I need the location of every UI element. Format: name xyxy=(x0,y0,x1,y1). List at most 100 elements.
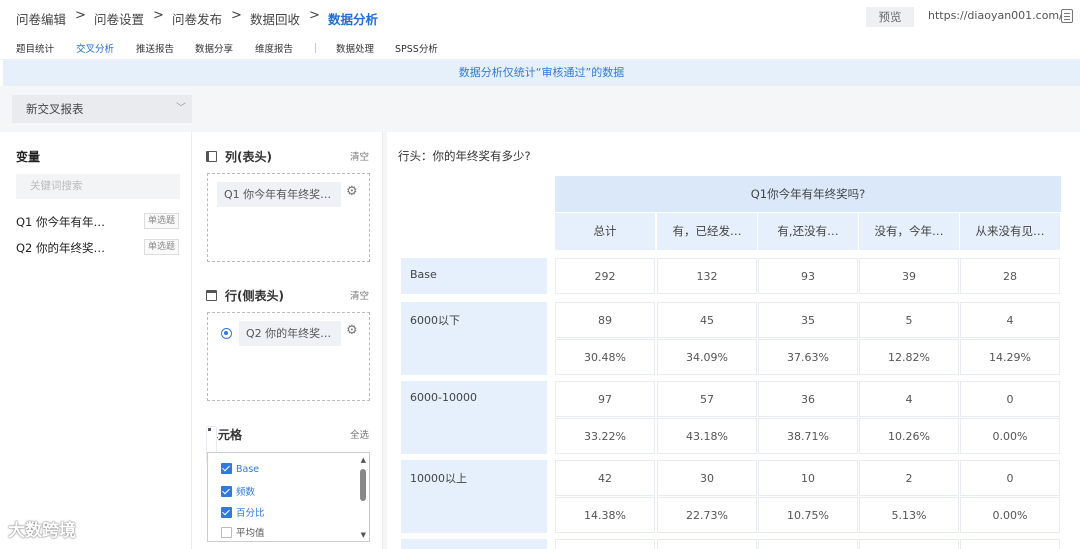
column-header: 没有，今年… xyxy=(859,213,959,250)
row-label xyxy=(401,539,547,549)
row-label: 6000以下 xyxy=(401,302,547,375)
cell-option-count[interactable]: 频数 xyxy=(221,484,255,498)
table-cell-count: 42 xyxy=(555,460,655,496)
tab-question-stats[interactable]: 题目统计 xyxy=(16,41,54,55)
row-label: 6000-10000 xyxy=(401,381,547,454)
survey-url: https://diaoyan001.com/s/l xyxy=(928,9,1062,22)
variable-item-q1[interactable]: Q1 你今年有年… xyxy=(16,214,105,230)
breadcrumb-item-settings[interactable]: 问卷设置 xyxy=(94,9,144,28)
table-cell-percent: 30.48% xyxy=(555,339,655,375)
copy-icon[interactable] xyxy=(1061,9,1073,23)
table-cell-count: 97 xyxy=(555,381,655,417)
table-cell-percent: 14.29% xyxy=(960,339,1060,375)
table-cell-count: 39 xyxy=(859,258,959,294)
breadcrumb-item-collect[interactable]: 数据回收 xyxy=(250,9,300,28)
chevron-down-icon: ﹀ xyxy=(176,103,186,114)
chevron-right-icon: > xyxy=(75,8,86,23)
table-cell-count: 89 xyxy=(555,302,655,338)
columns-section-title: 列(表头) xyxy=(206,148,272,165)
column-header: 从来没有见… xyxy=(960,213,1060,250)
rows-dropzone[interactable]: Q2 你的年终奖… ⚙ xyxy=(207,312,370,401)
table-cell-percent: 0.00% xyxy=(960,497,1060,533)
cell-option-percent[interactable]: 百分比 xyxy=(221,505,265,519)
column-layout-icon xyxy=(206,151,217,162)
table-cell-count: 0 xyxy=(960,381,1060,417)
cells-options-list: Base 频数 百分比 平均值 ▲ ▼ xyxy=(207,452,370,542)
crosstab-area: 行头：你的年终奖有多少? Q1你今年有年终奖吗? 总计 有，已经发… 有,还没有… 没… xyxy=(387,132,1080,549)
variable-item-q2[interactable]: Q2 你的年终奖… xyxy=(16,240,105,256)
variable-search-input[interactable]: 关键词搜索 xyxy=(16,174,180,199)
config-panel: 列(表头) 清空 Q1 你今年有年终奖… ⚙ 行(侧表头) 清空 Q2 你的年终… xyxy=(193,132,383,549)
scrollbar-thumb[interactable] xyxy=(360,469,366,501)
notice-banner: 数据分析仅统计“审核通过”的数据 xyxy=(3,60,1080,86)
table-cell-count: 57 xyxy=(657,381,757,417)
table-cell-count: 35 xyxy=(758,302,858,338)
variables-title: 变量 xyxy=(16,150,41,164)
preview-button[interactable]: 预览 xyxy=(866,7,914,27)
row-header-label: 行头：你的年终奖有多少? xyxy=(398,149,531,163)
cells-section-title: 单元格 xyxy=(206,426,242,462)
scroll-up-icon[interactable]: ▲ xyxy=(361,456,366,464)
column-header: 总计 xyxy=(555,213,655,250)
chevron-right-icon: > xyxy=(153,8,164,23)
column-header: 有，已经发… xyxy=(657,213,757,250)
chevron-right-icon: > xyxy=(231,8,242,23)
tab-cross-analysis[interactable]: 交叉分析 xyxy=(76,41,114,55)
cells-select-all-button[interactable]: 全选 xyxy=(350,427,369,441)
row-label: 10000以上 xyxy=(401,460,547,533)
variables-panel: 变量 关键词搜索 Q1 你今年有年… 单选题 Q2 你的年终奖… 单选题 xyxy=(0,132,192,549)
tab-push-report[interactable]: 推送报告 xyxy=(136,41,174,55)
watermark-logo: 大数跨境 xyxy=(8,521,76,541)
breadcrumb-item-publish[interactable]: 问卷发布 xyxy=(172,9,222,28)
report-select[interactable]: 新交叉报表 ﹀ xyxy=(12,95,192,123)
column-variable-pill[interactable]: Q1 你今年有年终奖… xyxy=(217,182,341,207)
tab-data-share[interactable]: 数据分享 xyxy=(195,41,233,55)
table-cell-count: 0 xyxy=(960,460,1060,496)
breadcrumb-item-analysis[interactable]: 数据分析 xyxy=(328,9,378,28)
tab-dimension-report[interactable]: 维度报告 xyxy=(255,41,293,55)
gear-icon[interactable]: ⚙ xyxy=(346,184,358,199)
cell-option-base[interactable]: Base xyxy=(221,463,259,475)
table-cell-count: 36 xyxy=(758,381,858,417)
table-cell-percent: 12.82% xyxy=(859,339,959,375)
cell-option-mean[interactable]: 平均值 xyxy=(221,525,265,539)
rows-section-title: 行(侧表头) xyxy=(206,287,284,304)
report-select-value: 新交叉报表 xyxy=(26,102,84,116)
top-bar: 问卷编辑 > 问卷设置 > 问卷发布 > 数据回收 > 数据分析 预览 http… xyxy=(0,0,1080,34)
checkbox-checked-icon xyxy=(221,486,232,497)
table-cell-count: 45 xyxy=(657,302,757,338)
table-cell-count xyxy=(960,539,1060,549)
report-toolbar: 新交叉报表 ﹀ xyxy=(0,86,1080,132)
variable-type-badge: 单选题 xyxy=(144,239,179,255)
columns-clear-button[interactable]: 清空 xyxy=(350,149,369,163)
table-cell-percent: 14.38% xyxy=(555,497,655,533)
checkbox-checked-icon xyxy=(221,507,232,518)
table-cell-percent: 43.18% xyxy=(657,418,757,454)
breadcrumb-item-edit[interactable]: 问卷编辑 xyxy=(16,9,66,28)
table-cell-count: 10 xyxy=(758,460,858,496)
scroll-down-icon[interactable]: ▼ xyxy=(361,531,366,539)
tab-data-processing[interactable]: 数据处理 xyxy=(336,41,374,55)
tab-spss[interactable]: SPSS分析 xyxy=(395,41,438,55)
radio-selected-icon[interactable] xyxy=(221,328,232,339)
columns-dropzone[interactable]: Q1 你今年有年终奖… ⚙ xyxy=(207,173,370,262)
column-question-header: Q1你今年有年终奖吗? xyxy=(555,176,1061,212)
table-cell-count: 4 xyxy=(960,302,1060,338)
table-cell-count: 5 xyxy=(859,302,959,338)
checkbox-unchecked-icon xyxy=(221,527,232,538)
table-cell-count xyxy=(657,539,757,549)
row-variable-pill[interactable]: Q2 你的年终奖… xyxy=(239,321,341,346)
table-cell-percent: 10.26% xyxy=(859,418,959,454)
table-cell-count xyxy=(555,539,655,549)
tab-divider xyxy=(315,43,316,53)
table-cell-count: 132 xyxy=(657,258,757,294)
table-cell-count: 28 xyxy=(960,258,1060,294)
table-cell-percent: 38.71% xyxy=(758,418,858,454)
gear-icon[interactable]: ⚙ xyxy=(346,323,358,338)
table-cell-count: 93 xyxy=(758,258,858,294)
table-cell-percent: 34.09% xyxy=(657,339,757,375)
table-cell-percent: 5.13% xyxy=(859,497,959,533)
table-cell-percent: 37.63% xyxy=(758,339,858,375)
table-cell-count xyxy=(859,539,959,549)
rows-clear-button[interactable]: 清空 xyxy=(350,288,369,302)
